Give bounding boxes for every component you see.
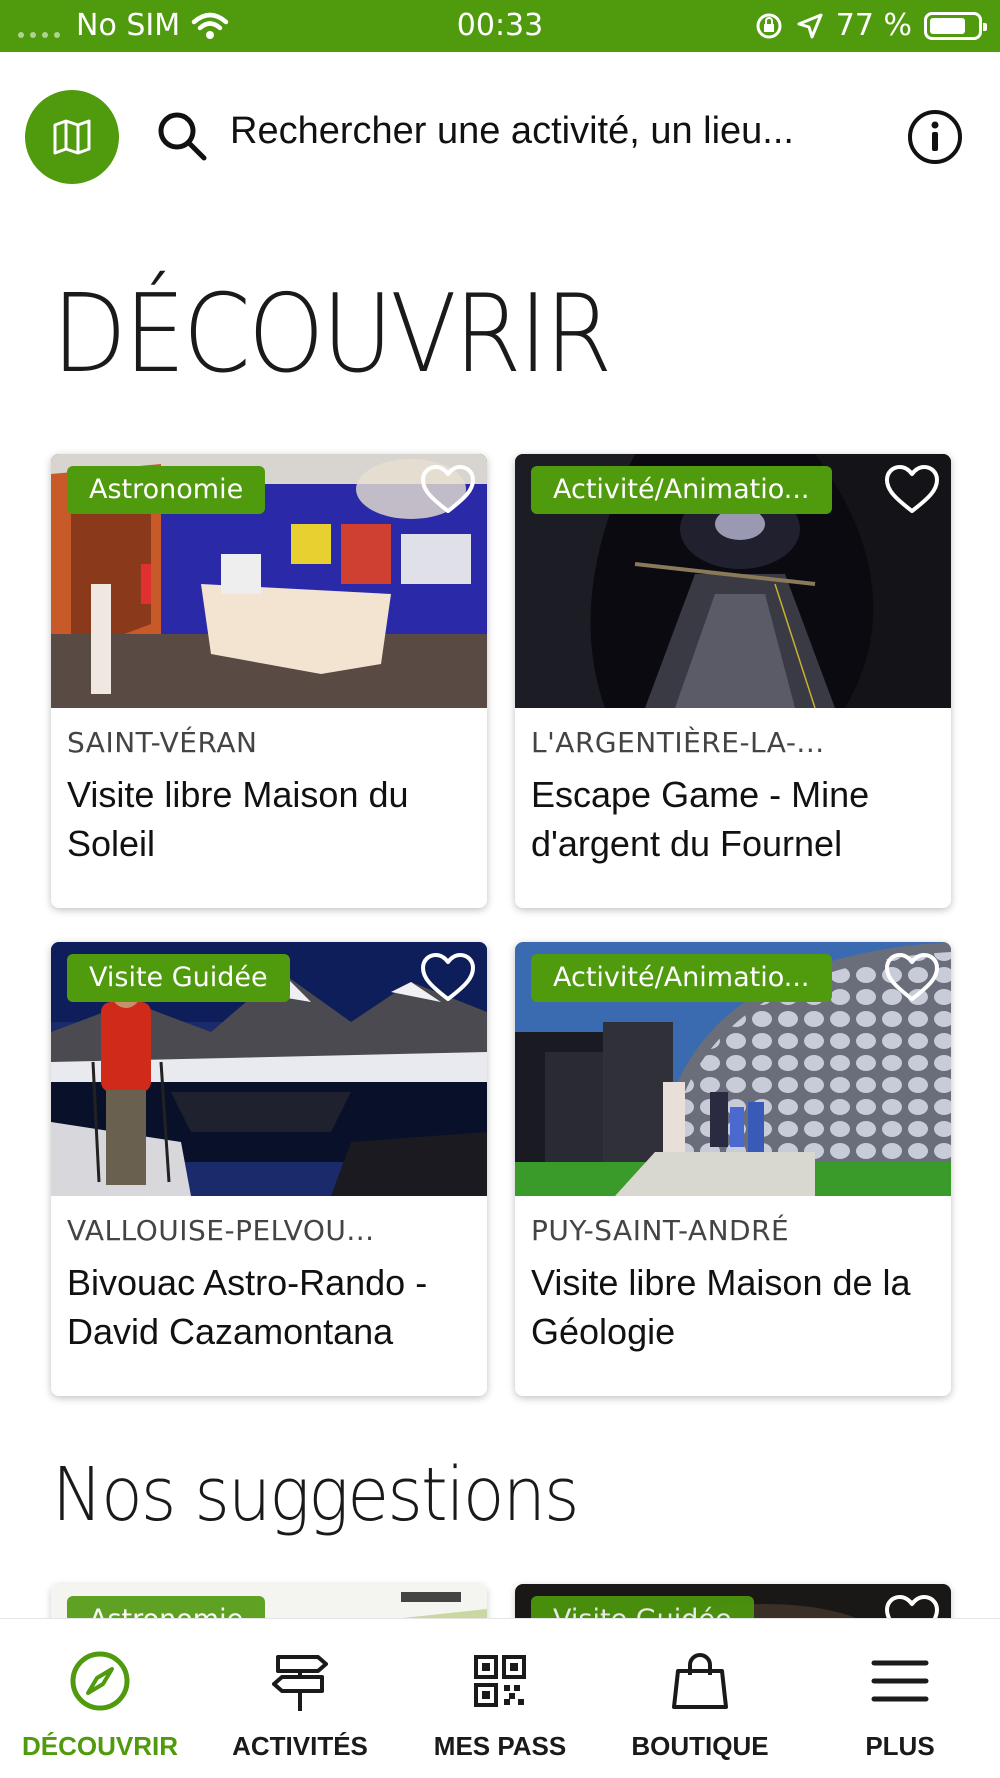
activity-card[interactable]: Activité/Animatio... PUY-SAINT-ANDRÉ Vis…	[515, 942, 951, 1396]
tab-label: PLUS	[865, 1731, 935, 1761]
tab-label: MES PASS	[433, 1731, 567, 1761]
top-bar: Rechercher une activité, un lieu...	[0, 52, 1000, 220]
tab-bar: DÉCOUVRIR ACTIVITÉS MES PASS BOUTIQUE PL…	[0, 1618, 1000, 1778]
rotation-lock-icon	[756, 13, 782, 38]
compass-icon	[70, 1651, 130, 1711]
card-location: PUY-SAINT-ANDRÉ	[531, 1214, 790, 1247]
search-input[interactable]: Rechercher une activité, un lieu...	[230, 110, 794, 153]
tab-decouvrir[interactable]: DÉCOUVRIR	[0, 1619, 200, 1778]
battery-icon	[924, 11, 987, 40]
card-title: Escape Game - Mine d'argent du Fournel	[531, 774, 870, 864]
activity-card[interactable]: Visite Guidée VALLOUISE-PELVOU... Bivoua…	[51, 942, 487, 1396]
activity-card[interactable]: Astronomie SAINT-VÉRAN Visite libre Mais…	[51, 454, 487, 908]
card-location: VALLOUISE-PELVOU...	[67, 1214, 375, 1247]
section-title-suggestions: Nos suggestions	[52, 1452, 579, 1538]
qr-code-icon	[474, 1655, 526, 1707]
activity-card[interactable]: Activité/Animatio... L'ARGENTIÈRE-LA-...…	[515, 454, 951, 908]
category-badge: Astronomie	[67, 466, 266, 514]
category-badge: Activité/Animatio...	[531, 466, 832, 514]
tab-mes-pass[interactable]: MES PASS	[400, 1619, 600, 1778]
shopping-bag-icon	[672, 1653, 728, 1709]
card-title: Visite libre Maison du Soleil	[67, 774, 409, 864]
heart-icon[interactable]	[419, 464, 477, 516]
info-icon[interactable]	[906, 108, 964, 166]
card-location: SAINT-VÉRAN	[67, 726, 258, 759]
status-bar: No SIM 00:33 77 %	[0, 0, 1000, 52]
category-badge: Visite Guidée	[67, 954, 290, 1002]
tab-label: ACTIVITÉS	[232, 1731, 368, 1761]
heart-icon[interactable]	[419, 952, 477, 1004]
page-title: DÉCOUVRIR	[52, 272, 612, 397]
card-title: Bivouac Astro-Rando - David Cazamontana	[67, 1262, 428, 1352]
signpost-icon	[272, 1655, 328, 1711]
heart-icon[interactable]	[883, 952, 941, 1004]
card-title: Visite libre Maison de la Géologie	[531, 1262, 911, 1352]
tab-label: BOUTIQUE	[631, 1731, 769, 1761]
tab-label: DÉCOUVRIR	[21, 1731, 178, 1761]
search-icon[interactable]	[154, 108, 210, 164]
location-arrow-icon	[797, 13, 823, 38]
tab-boutique[interactable]: BOUTIQUE	[600, 1619, 800, 1778]
battery-percent: 77 %	[835, 8, 912, 43]
heart-icon[interactable]	[883, 464, 941, 516]
tab-plus[interactable]: PLUS	[800, 1619, 1000, 1778]
map-button[interactable]	[25, 90, 119, 184]
tab-activites[interactable]: ACTIVITÉS	[200, 1619, 400, 1778]
map-icon	[53, 119, 91, 155]
category-badge: Activité/Animatio...	[531, 954, 832, 1002]
card-location: L'ARGENTIÈRE-LA-...	[531, 726, 825, 759]
menu-icon	[871, 1660, 929, 1702]
